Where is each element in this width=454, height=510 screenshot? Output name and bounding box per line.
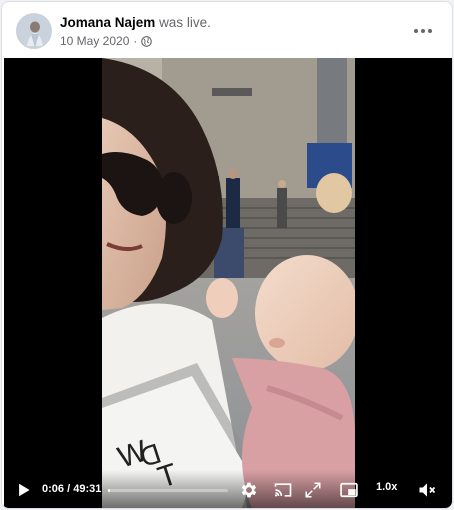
- post-meta: 10 May 2020 ·: [60, 34, 153, 48]
- miniplayer-button[interactable]: [338, 479, 360, 501]
- time-separator: /: [64, 483, 74, 495]
- miniplayer-icon: [340, 482, 358, 498]
- progress-fill: [108, 489, 110, 492]
- video-frame-image: W T D: [102, 58, 355, 508]
- avatar-image: [17, 14, 51, 48]
- cast-button[interactable]: [272, 479, 294, 501]
- cast-icon: [274, 483, 292, 497]
- post-title-line: Jomana Najem was live.: [60, 15, 211, 30]
- video-player[interactable]: W T D 0:06 / 49:31: [4, 58, 452, 508]
- volume-button[interactable]: [416, 479, 438, 501]
- playback-speed-button[interactable]: 1.0x: [376, 481, 397, 493]
- globe-icon[interactable]: [141, 35, 153, 47]
- post-action-text: was live.: [159, 15, 211, 30]
- more-dot: [421, 29, 425, 33]
- more-options-button[interactable]: [408, 16, 438, 46]
- fullscreen-button[interactable]: [302, 479, 324, 501]
- time-display: 0:06 / 49:31: [42, 483, 101, 495]
- more-horizontal-icon: [414, 29, 418, 33]
- volume-muted-icon: [419, 483, 436, 497]
- duration: 49:31: [73, 483, 102, 495]
- author-avatar[interactable]: [16, 13, 52, 49]
- progress-bar[interactable]: [108, 489, 228, 492]
- settings-button[interactable]: [238, 479, 260, 501]
- author-name[interactable]: Jomana Najem: [60, 15, 155, 30]
- current-time: 0:06: [42, 483, 65, 495]
- gear-icon: [241, 482, 257, 498]
- post-card: Jomana Najem was live. 10 May 2020 · W D…: [1, 1, 453, 509]
- post-date[interactable]: 10 May 2020: [60, 34, 129, 48]
- post-header: Jomana Najem was live. 10 May 2020 ·: [2, 2, 452, 58]
- expand-icon: [305, 482, 321, 498]
- more-dot: [428, 29, 432, 33]
- video-frame: W T D: [102, 58, 355, 508]
- play-icon: [19, 483, 30, 497]
- play-button[interactable]: [14, 480, 34, 500]
- meta-separator: ·: [133, 34, 138, 48]
- video-controls: 0:06 / 49:31 1.0x: [4, 470, 452, 508]
